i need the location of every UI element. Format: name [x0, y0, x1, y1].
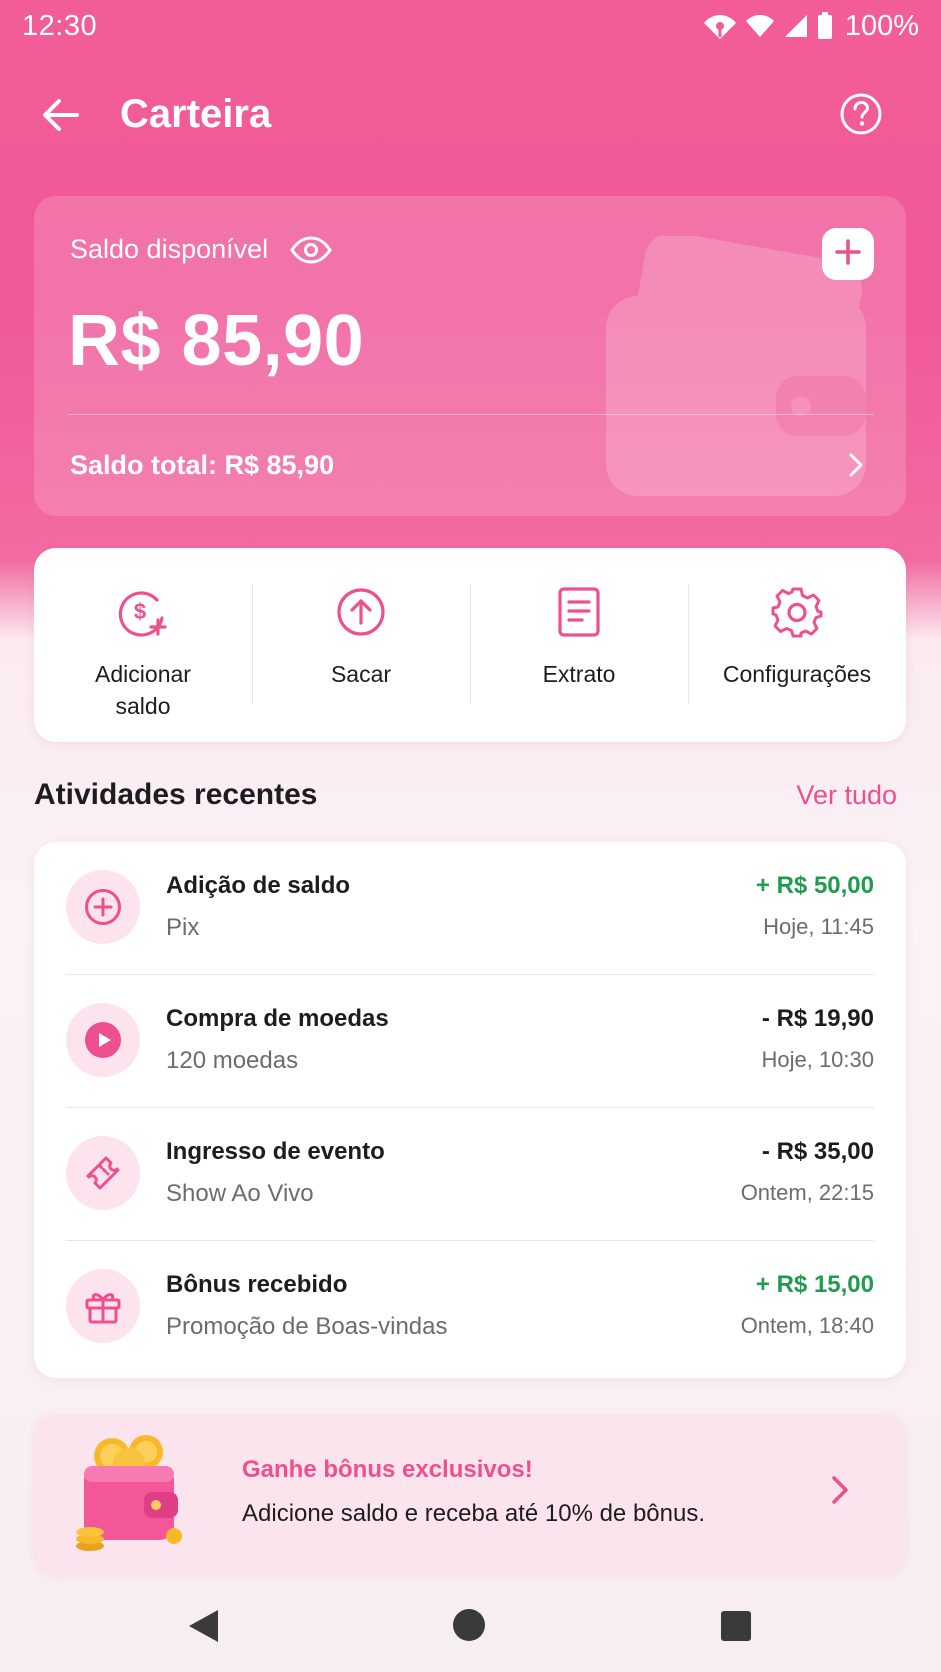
wifi-icon — [745, 13, 775, 39]
activity-row[interactable]: Bônus recebido Promoção de Boas-vindas +… — [34, 1241, 906, 1374]
eye-icon[interactable] — [290, 235, 332, 264]
activity-title: Compra de moedas — [166, 1005, 389, 1032]
activity-title: Adição de saldo — [166, 872, 351, 899]
balance-label: Saldo disponível — [70, 234, 269, 264]
activity-subtitle: Show Ao Vivo — [166, 1180, 314, 1207]
help-button[interactable] — [833, 88, 889, 144]
page-title: Carteira — [120, 92, 272, 136]
promo-text: Adicione saldo e receba até 10% de bônus… — [242, 1500, 705, 1527]
activity-time: Hoje, 10:30 — [761, 1047, 874, 1072]
status-time: 12:30 — [22, 9, 98, 42]
plus-circle-icon — [66, 870, 140, 944]
arrow-left-icon — [41, 98, 81, 137]
activity-time: Ontem, 22:15 — [740, 1180, 874, 1205]
hotspot-icon — [703, 11, 737, 41]
action-withdraw-label: Sacar — [330, 661, 392, 687]
activity-row[interactable]: Adição de saldo Pix + R$ 50,00 Hoje, 11:… — [34, 842, 906, 975]
action-add-balance[interactable]: $ Adicionar saldo — [34, 548, 252, 742]
status-icons: 100% — [703, 10, 919, 43]
play-icon — [66, 1003, 140, 1077]
wallet-screen: 12:30 100% Carteira Saldo disponível R$ … — [0, 0, 941, 1672]
activity-subtitle: Promoção de Boas-vindas — [166, 1313, 448, 1340]
battery-percentage: 100% — [844, 9, 919, 42]
plus-icon — [835, 238, 861, 270]
chevron-right-icon[interactable] — [830, 1474, 850, 1511]
activity-subtitle: 120 moedas — [166, 1047, 299, 1074]
gift-icon — [66, 1269, 140, 1343]
add-money-icon: $ — [115, 584, 171, 640]
promo-banner[interactable]: Ganhe bônus exclusivos! Adicione saldo e… — [34, 1414, 906, 1574]
activities-list: Adição de saldo Pix + R$ 50,00 Hoje, 11:… — [34, 842, 906, 1378]
withdraw-icon — [333, 584, 389, 640]
activity-time: Hoje, 11:45 — [763, 914, 874, 939]
nav-back-icon[interactable] — [186, 1608, 220, 1649]
battery-icon — [817, 12, 833, 40]
signal-icon — [783, 13, 809, 39]
balance-value: R$ 85,90 — [68, 301, 365, 381]
action-statement-label: Extrato — [542, 661, 616, 687]
promo-title: Ganhe bônus exclusivos! — [242, 1456, 533, 1483]
activity-title: Bônus recebido — [166, 1271, 348, 1298]
balance-label-row: Saldo disponível — [70, 234, 332, 265]
nav-home-icon[interactable] — [452, 1608, 486, 1647]
action-add-balance-label: Adicionar saldo — [95, 661, 191, 719]
activity-amount: - R$ 35,00 — [761, 1138, 874, 1165]
balance-divider — [68, 414, 874, 415]
activity-row[interactable]: Ingresso de evento Show Ao Vivo - R$ 35,… — [34, 1108, 906, 1241]
help-circle-icon — [839, 92, 883, 141]
see-all-link[interactable]: Ver tudo — [796, 780, 897, 811]
activity-row[interactable]: Compra de moedas 120 moedas - R$ 19,90 H… — [34, 975, 906, 1108]
gear-icon — [769, 584, 825, 640]
add-balance-button[interactable] — [822, 228, 874, 280]
balance-card: Saldo disponível R$ 85,90 Saldo total: R… — [34, 196, 906, 516]
nav-recents-icon[interactable] — [720, 1610, 752, 1647]
activity-amount: + R$ 15,00 — [755, 1271, 874, 1298]
ticket-icon — [66, 1136, 140, 1210]
action-settings[interactable]: Configurações — [688, 548, 906, 742]
svg-text:$: $ — [134, 599, 146, 624]
status-bar: 12:30 100% — [0, 0, 941, 52]
chevron-right-icon[interactable] — [848, 452, 864, 483]
action-settings-label: Configurações — [722, 661, 872, 687]
activity-amount: + R$ 50,00 — [755, 872, 874, 899]
recent-activities-title: Atividades recentes — [34, 778, 318, 811]
app-bar: Carteira — [0, 70, 941, 166]
action-withdraw[interactable]: Sacar — [252, 548, 470, 742]
statement-icon — [551, 584, 607, 640]
back-button[interactable] — [36, 92, 86, 142]
activity-subtitle: Pix — [166, 914, 200, 941]
action-statement[interactable]: Extrato — [470, 548, 688, 742]
navigation-bar — [0, 1586, 941, 1672]
activity-amount: - R$ 19,90 — [761, 1005, 874, 1032]
activity-time: Ontem, 18:40 — [740, 1313, 874, 1338]
wallet-coins-illustration — [74, 1434, 194, 1559]
quick-actions: $ Adicionar saldo Sacar Extrato Configur… — [34, 548, 906, 742]
activity-title: Ingresso de evento — [166, 1138, 385, 1165]
balance-total[interactable]: Saldo total: R$ 85,90 — [70, 450, 334, 481]
